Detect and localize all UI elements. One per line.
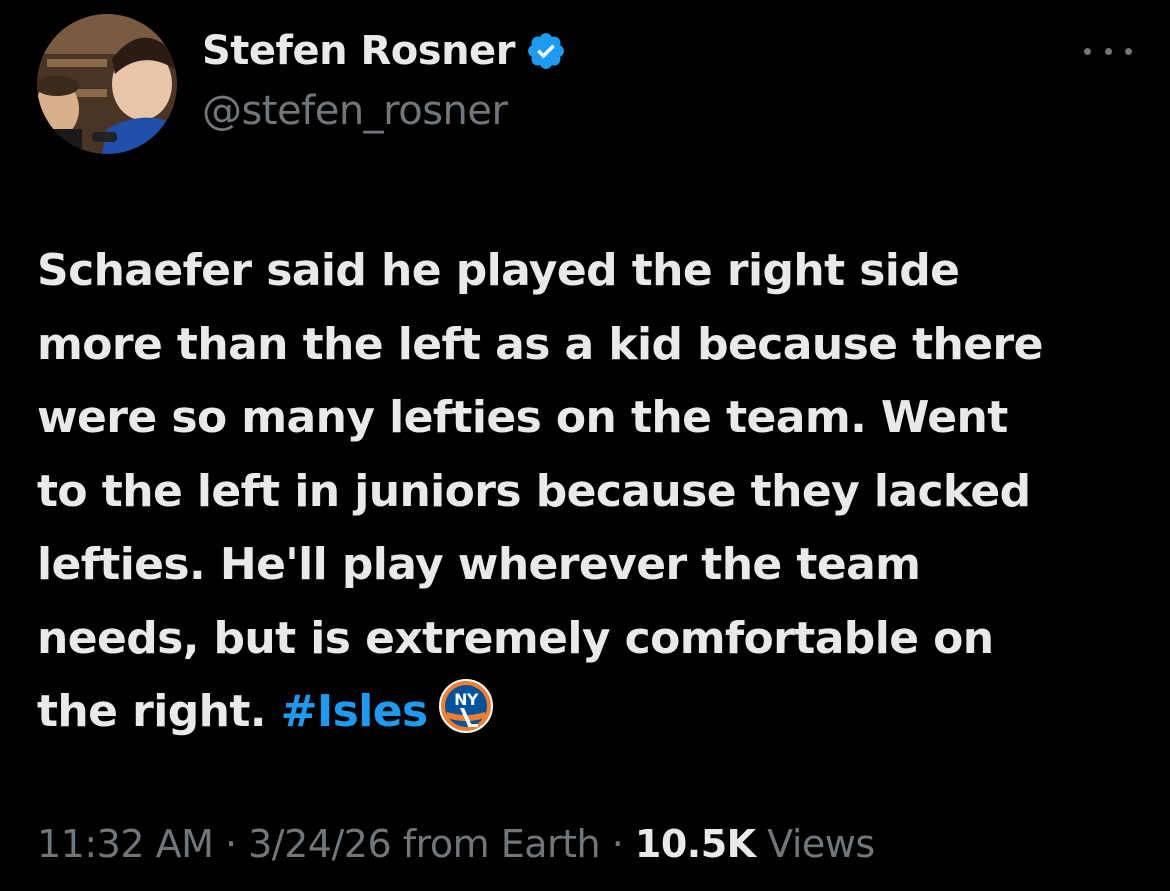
tweet-time[interactable]: 11:32 AM: [37, 822, 214, 866]
tweet-source: from Earth: [391, 822, 601, 866]
tweet-line-last: the right. #Isles NY: [37, 675, 1147, 749]
more-options-icon[interactable]: [1084, 36, 1132, 66]
more-dot: [1125, 47, 1132, 55]
hashtag-link[interactable]: #Isles: [281, 686, 429, 737]
more-dot: [1104, 47, 1112, 55]
views-count[interactable]: 10.5K: [635, 822, 756, 866]
tweet-line: to the left in juniors because they lack…: [37, 465, 1031, 517]
meta-separator: ·: [600, 822, 635, 866]
tweet-line: were so many lefties on the team. Went: [37, 392, 1008, 443]
tweet-line: Schaefer said he played the right side: [37, 245, 960, 296]
tweet-line: more than the left as a kid because ther…: [37, 318, 1043, 370]
tweet-meta: 11:32 AM · 3/24/26 from Earth · 10.5K Vi…: [37, 822, 875, 866]
verified-badge-icon: [527, 33, 564, 69]
avatar[interactable]: [37, 14, 177, 154]
avatar-image: [37, 14, 177, 154]
more-dot: [1084, 47, 1091, 55]
author-name[interactable]: Stefen Rosner: [202, 28, 515, 74]
meta-separator: ·: [213, 822, 249, 866]
tweet-text: Schaefer said he played the right side m…: [37, 234, 1147, 749]
author-name-row[interactable]: Stefen Rosner: [202, 28, 567, 74]
svg-text:NY: NY: [454, 690, 479, 709]
tweet-line-prefix: the right.: [37, 686, 281, 737]
tweet: Stefen Rosner @stefen_rosner Schaefer sa…: [0, 0, 1170, 891]
ny-islanders-logo-icon: NY: [438, 679, 493, 733]
tweet-line: lefties. He'll play wherever the team: [37, 539, 921, 590]
views-label: Views: [755, 822, 875, 866]
tweet-line: needs, but is extremely comfortable on: [37, 612, 994, 664]
tweet-date[interactable]: 3/24/26: [248, 822, 392, 866]
author-handle[interactable]: @stefen_rosner: [202, 88, 508, 134]
